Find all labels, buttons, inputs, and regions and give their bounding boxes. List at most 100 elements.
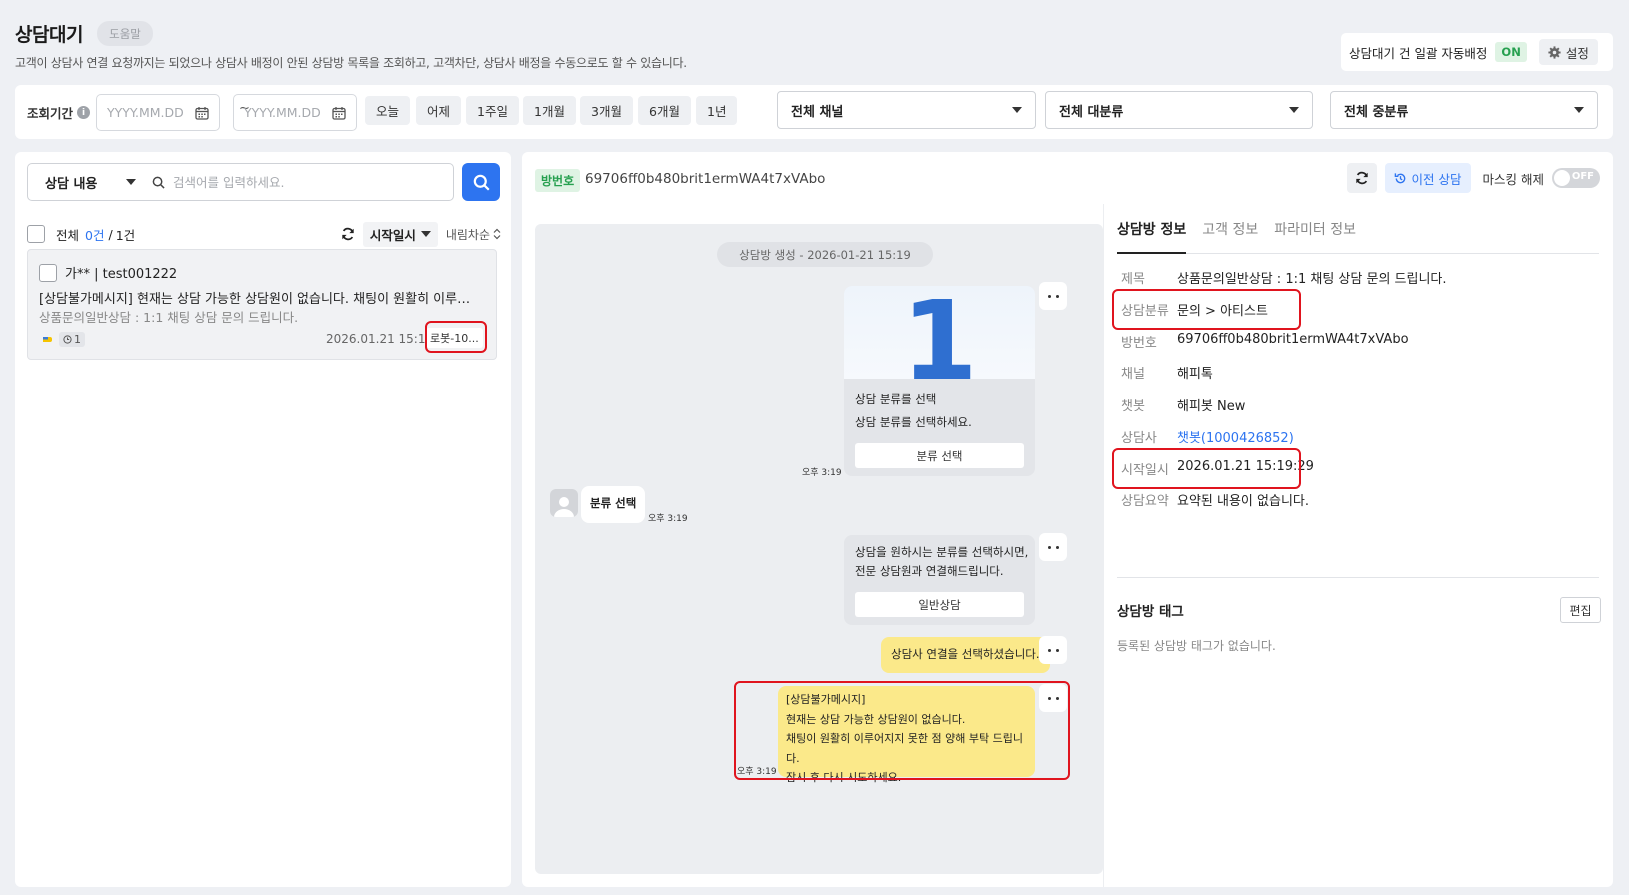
sort-order-toggle[interactable]: 내림차순 bbox=[446, 226, 501, 243]
gear-icon bbox=[1548, 45, 1561, 59]
period-6month-button[interactable]: 6개월 bbox=[638, 96, 691, 125]
select-all-checkbox[interactable] bbox=[27, 225, 45, 243]
prev-consult-label: 이전 상담 bbox=[1411, 171, 1462, 187]
highlight-box bbox=[734, 681, 1070, 780]
tab-customer-info[interactable]: 고객 정보 bbox=[1202, 218, 1258, 254]
auto-assign-box: 상담대기 건 일괄 자동배정 ON 설정 bbox=[1341, 33, 1613, 71]
minor-category-value: 전체 중분류 bbox=[1344, 104, 1409, 120]
chevron-down-icon bbox=[1012, 107, 1022, 113]
auto-assign-toggle[interactable]: ON bbox=[1495, 42, 1527, 62]
period-1year-button[interactable]: 1년 bbox=[696, 96, 738, 125]
period-label-text: 조회기간 bbox=[27, 106, 74, 121]
info-key: 상담사 bbox=[1121, 431, 1157, 446]
bot-avatar-icon bbox=[1039, 636, 1067, 664]
mask-label: 마스킹 해제 bbox=[1482, 171, 1544, 187]
card2-line2: 전문 상담원과 연결해드립니다. bbox=[855, 564, 1004, 578]
waiting-badge: 1 bbox=[59, 332, 85, 347]
clock-icon bbox=[63, 335, 72, 344]
card1-time: 오후 3:19 bbox=[802, 468, 842, 478]
room-meta: 1 bbox=[42, 332, 85, 347]
major-category-select[interactable]: 전체 대분류 bbox=[1045, 91, 1313, 129]
sort-field-select[interactable]: 시작일시 bbox=[362, 221, 438, 247]
tab-room-info[interactable]: 상담방 정보 bbox=[1117, 218, 1187, 254]
chat-area[interactable]: 상담방 생성 - 2026-01-21 15:19 1 상담 분류를 선택 상담… bbox=[535, 224, 1103, 874]
help-button[interactable]: 도움말 bbox=[97, 21, 153, 46]
connect-message: 상담사 연결을 선택하셨습니다. bbox=[881, 637, 1050, 673]
room-info-panel: 상담방 정보 고객 정보 파라미터 정보 제목 상품문의일반상담 : 1:1 채팅… bbox=[1103, 204, 1613, 887]
minor-category-select[interactable]: 전체 중분류 bbox=[1330, 91, 1598, 129]
search-button[interactable] bbox=[462, 163, 500, 201]
calendar-icon bbox=[195, 106, 209, 120]
refresh-icon[interactable] bbox=[341, 227, 355, 241]
tag-edit-button[interactable]: 편집 bbox=[1560, 597, 1601, 623]
info-key: 챗봇 bbox=[1121, 399, 1145, 414]
period-1week-button[interactable]: 1주일 bbox=[466, 96, 519, 125]
user-avatar-icon bbox=[550, 489, 578, 517]
general-consult-button[interactable]: 일반상담 bbox=[855, 592, 1024, 617]
agent-link[interactable]: 챗봇(1000426852) bbox=[1177, 427, 1294, 446]
chat-created-notice: 상담방 생성 - 2026-01-21 15:19 bbox=[717, 242, 933, 267]
page-description: 고객이 상담사 연결 요청까지는 되었으나 상담사 배정이 안된 상담방 목록을… bbox=[15, 56, 687, 70]
settings-button[interactable]: 설정 bbox=[1538, 39, 1598, 65]
refresh-button[interactable] bbox=[1346, 163, 1377, 193]
date-from-input[interactable]: YYYY.MM.DD bbox=[96, 94, 220, 131]
tab-parameter-info[interactable]: 파라미터 정보 bbox=[1274, 218, 1356, 254]
mask-toggle[interactable]: OFF bbox=[1552, 168, 1600, 188]
selected-count: 0건 bbox=[85, 227, 105, 243]
info-value: 해피톡 bbox=[1177, 367, 1213, 382]
info-row-chatbot: 챗봇 해피봇 New bbox=[1121, 395, 1245, 414]
room-no-badge: 방번호 bbox=[535, 169, 581, 192]
list-header: 전체 0건 / 1건 시작일시 내림차순 bbox=[27, 221, 501, 247]
date-to-input[interactable]: YYYY.MM.DD bbox=[233, 94, 357, 131]
sort-order-label: 내림차순 bbox=[445, 227, 490, 242]
search-icon bbox=[152, 176, 165, 189]
calendar-icon bbox=[332, 106, 346, 120]
card1-title: 상담 분류를 선택 bbox=[855, 392, 937, 406]
room-list-panel: 상담 내용 전체 0건 / 1건 시작일시 내림차순 가** | te bbox=[15, 152, 511, 887]
card-image: 1 bbox=[844, 286, 1035, 379]
search-type-select[interactable]: 상담 내용 bbox=[28, 173, 148, 192]
info-value: 해피봇 New bbox=[1177, 399, 1246, 414]
chevron-down-icon bbox=[1574, 107, 1584, 113]
toggle-knob bbox=[1554, 170, 1570, 186]
info-row-channel: 채널 해피톡 bbox=[1121, 363, 1213, 382]
refresh-icon bbox=[1355, 171, 1368, 185]
info-row-agent: 상담사 챗봇(1000426852) bbox=[1121, 427, 1294, 446]
info-value: 요약된 내용이 없습니다. bbox=[1177, 494, 1309, 509]
info-tabs: 상담방 정보 고객 정보 파라미터 정보 bbox=[1117, 218, 1599, 254]
select-category-button[interactable]: 분류 선택 bbox=[855, 443, 1024, 468]
channel-icon bbox=[43, 337, 52, 342]
room-customer-row: 가** | test001222 bbox=[39, 263, 177, 282]
chevron-down-icon bbox=[420, 231, 431, 237]
info-key: 방번호 bbox=[1121, 336, 1157, 351]
card2-line1: 상담을 원하시는 분류를 선택하시면, bbox=[855, 545, 1029, 559]
search-icon bbox=[473, 174, 490, 191]
search-input[interactable] bbox=[165, 174, 453, 190]
bot-card-classification: 1 상담 분류를 선택 상담 분류를 선택하세요. 분류 선택 bbox=[844, 286, 1035, 476]
auto-assign-label: 상담대기 건 일괄 자동배정 bbox=[1349, 45, 1488, 61]
room-last-message: [상담불가메시지] 현재는 상담 가능한 상담원이 없습니다. 채팅이 원활히 … bbox=[39, 292, 479, 307]
major-category-value: 전체 대분류 bbox=[1059, 104, 1124, 120]
sort-icon bbox=[493, 228, 501, 240]
highlight-box bbox=[1112, 448, 1301, 489]
period-1month-button[interactable]: 1개월 bbox=[523, 96, 576, 125]
prev-consult-button[interactable]: 이전 상담 bbox=[1384, 163, 1471, 193]
info-key: 채널 bbox=[1121, 367, 1145, 382]
user-message: 분류 선택 bbox=[581, 486, 646, 523]
info-key: 제목 bbox=[1121, 272, 1145, 287]
info-key: 상담요약 bbox=[1121, 494, 1169, 509]
room-detail-panel: 방번호 69706ff0b480brit1ermWA4t7xVAbo 이전 상담… bbox=[522, 152, 1613, 887]
settings-label: 설정 bbox=[1565, 45, 1589, 61]
period-yesterday-button[interactable]: 어제 bbox=[416, 96, 462, 125]
period-today-button[interactable]: 오늘 bbox=[365, 96, 411, 125]
divider bbox=[1117, 577, 1599, 578]
info-icon[interactable]: i bbox=[77, 106, 91, 119]
room-no-value: 69706ff0b480brit1ermWA4t7xVAbo bbox=[585, 171, 826, 187]
bot-avatar-icon bbox=[1039, 533, 1067, 561]
room-checkbox[interactable] bbox=[39, 263, 57, 282]
period-3month-button[interactable]: 3개월 bbox=[580, 96, 633, 125]
search-type-value: 상담 내용 bbox=[45, 176, 98, 192]
page-title: 상담대기 bbox=[15, 24, 83, 46]
channel-select[interactable]: 전체 채널 bbox=[777, 91, 1036, 129]
period-label: 조회기간 i bbox=[27, 103, 91, 122]
